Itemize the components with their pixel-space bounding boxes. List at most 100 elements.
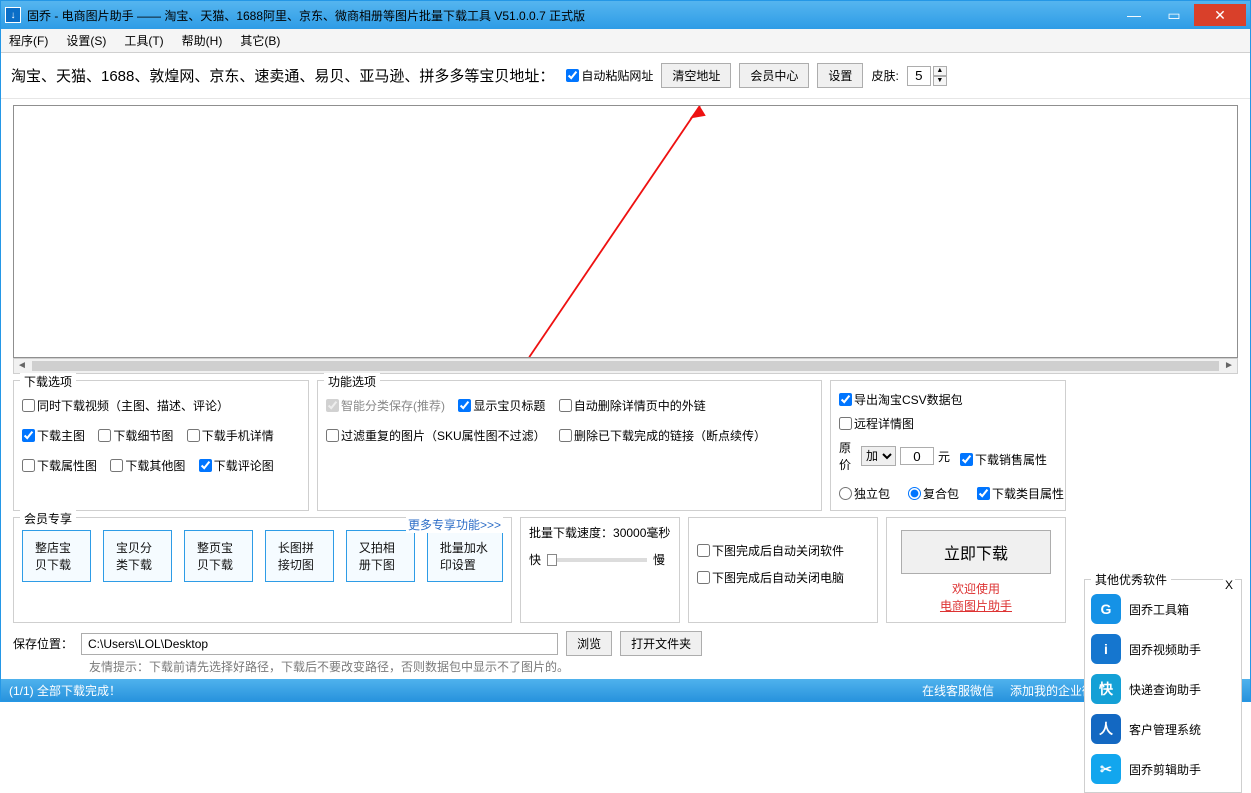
status-wx[interactable]: 在线客服微信 bbox=[922, 682, 994, 699]
chk-mobile-detail[interactable]: 下载手机详情 bbox=[187, 427, 274, 444]
download-options-legend: 下载选项 bbox=[20, 373, 76, 390]
skin-label: 皮肤: bbox=[871, 67, 898, 84]
btn-shop-all[interactable]: 整店宝贝下载 bbox=[22, 530, 91, 582]
chk-remote-detail[interactable]: 远程详情图 bbox=[839, 415, 914, 432]
download-now-button[interactable]: 立即下载 bbox=[901, 530, 1051, 574]
menu-tools[interactable]: 工具(T) bbox=[124, 32, 163, 49]
chk-comment-img[interactable]: 下载评论图 bbox=[199, 457, 274, 474]
chk-other-img[interactable]: 下载其他图 bbox=[110, 457, 185, 474]
radio-standalone[interactable]: 独立包 bbox=[839, 485, 890, 502]
clear-url-button[interactable]: 清空地址 bbox=[661, 63, 731, 88]
app-icon: ↓ bbox=[5, 7, 21, 23]
btn-youpai[interactable]: 又拍相册下图 bbox=[346, 530, 415, 582]
chk-sale-attr[interactable]: 下载销售属性 bbox=[960, 451, 1047, 468]
chk-close-pc[interactable]: 下图完成后自动关闭电脑 bbox=[697, 569, 859, 586]
window-title: 固乔 - 电商图片助手 —— 淘宝、天猫、1688阿里、京东、微商相册等图片批量… bbox=[27, 7, 1114, 24]
sidebar-item-label: 固乔工具箱 bbox=[1129, 601, 1189, 618]
skin-down-button[interactable]: ▼ bbox=[933, 76, 947, 86]
skin-value-input[interactable] bbox=[907, 66, 931, 86]
chk-auto-del-ext[interactable]: 自动删除详情页中的外链 bbox=[559, 397, 706, 414]
sidebar-close-button[interactable]: X bbox=[1223, 578, 1235, 592]
auto-paste-checkbox[interactable]: 自动粘贴网址 bbox=[566, 67, 653, 84]
sidebar-item-icon: G bbox=[1091, 594, 1121, 624]
sidebar-item-label: 快递查询助手 bbox=[1129, 681, 1201, 698]
sidebar-item-icon: ✂ bbox=[1091, 754, 1121, 784]
sidebar-item-icon: i bbox=[1091, 634, 1121, 664]
close-button[interactable]: ✕ bbox=[1194, 4, 1246, 26]
more-vip-link[interactable]: 更多专享功能>>> bbox=[406, 516, 503, 533]
speed-label: 批量下载速度： bbox=[529, 526, 613, 540]
sidebar-item-label: 固乔剪辑助手 bbox=[1129, 761, 1201, 778]
menu-settings[interactable]: 设置(S) bbox=[66, 32, 106, 49]
function-options-group: 功能选项 智能分类保存(推荐) 显示宝贝标题 自动删除详情页中的外链 过滤重复的… bbox=[317, 380, 822, 511]
skin-up-button[interactable]: ▲ bbox=[933, 66, 947, 76]
chk-simul-video[interactable]: 同时下载视频（主图、描述、评论） bbox=[22, 397, 229, 414]
sidebar-item-label: 客户管理系统 bbox=[1129, 721, 1201, 738]
price-unit: 元 bbox=[938, 448, 950, 465]
vip-legend: 会员专享 bbox=[20, 510, 76, 527]
url-textarea[interactable] bbox=[13, 105, 1238, 358]
price-value-input[interactable] bbox=[900, 447, 934, 465]
save-path-input[interactable] bbox=[81, 633, 558, 655]
speed-group: 批量下载速度：30000毫秒 快 慢 bbox=[520, 517, 680, 623]
chk-filter-dup[interactable]: 过滤重复的图片（SKU属性图不过滤） bbox=[326, 427, 546, 444]
vip-group: 会员专享 更多专享功能>>> 整店宝贝下载 宝贝分类下载 整页宝贝下载 长图拼接… bbox=[13, 517, 512, 623]
btn-cat-dl[interactable]: 宝贝分类下载 bbox=[103, 530, 172, 582]
scroll-right-button[interactable]: ► bbox=[1221, 359, 1237, 373]
horizontal-scrollbar[interactable]: ◄ ► bbox=[13, 358, 1238, 374]
menu-other[interactable]: 其它(B) bbox=[240, 32, 280, 49]
scroll-left-button[interactable]: ◄ bbox=[14, 359, 30, 373]
maximize-button[interactable]: ▭ bbox=[1154, 4, 1194, 26]
price-op-select[interactable]: 加 bbox=[861, 446, 896, 466]
sidebar-item-1[interactable]: i 固乔视频助手 bbox=[1091, 634, 1235, 664]
chk-cat-attr[interactable]: 下载类目属性 bbox=[977, 485, 1064, 502]
download-options-group: 下载选项 同时下载视频（主图、描述、评论） 下载主图 下载细节图 下载手机详情 … bbox=[13, 380, 309, 511]
sidebar-item-4[interactable]: ✂ 固乔剪辑助手 bbox=[1091, 754, 1235, 784]
chk-smart-save[interactable]: 智能分类保存(推荐) bbox=[326, 397, 445, 414]
chk-show-title[interactable]: 显示宝贝标题 bbox=[458, 397, 545, 414]
sidebar-item-icon: 快 bbox=[1091, 674, 1121, 704]
chk-main-img[interactable]: 下载主图 bbox=[22, 427, 85, 444]
menu-program[interactable]: 程序(F) bbox=[9, 32, 48, 49]
chk-close-soft[interactable]: 下图完成后自动关闭软件 bbox=[697, 542, 859, 559]
minimize-button[interactable]: — bbox=[1114, 4, 1154, 26]
sidebar-item-icon: 人 bbox=[1091, 714, 1121, 744]
menubar: 程序(F) 设置(S) 工具(T) 帮助(H) 其它(B) bbox=[1, 29, 1250, 53]
chk-detail-img[interactable]: 下载细节图 bbox=[98, 427, 173, 444]
product-link[interactable]: 电商图片助手 bbox=[940, 599, 1012, 613]
save-label: 保存位置： bbox=[13, 635, 73, 652]
sidebar-item-3[interactable]: 人客户管理系统 bbox=[1091, 714, 1235, 744]
speed-slider[interactable] bbox=[547, 558, 647, 562]
speed-value: 30000毫秒 bbox=[613, 526, 670, 540]
price-label: 原价 bbox=[839, 439, 857, 473]
speed-fast-label: 快 bbox=[529, 551, 541, 568]
btn-page-dl[interactable]: 整页宝贝下载 bbox=[184, 530, 253, 582]
download-action-group: 立即下载 欢迎使用 电商图片助手 bbox=[886, 517, 1066, 623]
toolbar: 淘宝、天猫、1688、敦煌网、京东、速卖通、易贝、亚马逊、拼多多等宝贝地址： 自… bbox=[1, 53, 1250, 99]
btn-watermark[interactable]: 批量加水印设置 bbox=[427, 530, 503, 582]
save-hint: 友情提示：下载前请先选择好路径，下载后不要改变路径，否则数据包中显示不了图片的。 bbox=[1, 658, 1078, 679]
radio-compound[interactable]: 复合包 bbox=[908, 485, 959, 502]
statusbar: (1/1) 全部下载完成！ 在线客服微信 添加我的企业微信 厦门固乔科技有限公司 bbox=[1, 679, 1250, 701]
open-folder-button[interactable]: 打开文件夹 bbox=[620, 631, 702, 656]
titlebar: ↓ 固乔 - 电商图片助手 —— 淘宝、天猫、1688阿里、京东、微商相册等图片… bbox=[1, 1, 1250, 29]
browse-button[interactable]: 浏览 bbox=[566, 631, 612, 656]
chk-del-done[interactable]: 删除已下载完成的链接（断点续传） bbox=[559, 427, 766, 444]
sidebar-item-2[interactable]: 快快递查询助手 bbox=[1091, 674, 1235, 704]
menu-help[interactable]: 帮助(H) bbox=[182, 32, 223, 49]
welcome-text: 欢迎使用 bbox=[940, 580, 1012, 597]
other-software-sidebar: 其他优秀软件 X G固乔工具箱i固乔视频助手快快递查询助手人客户管理系统✂固乔剪… bbox=[1084, 579, 1242, 793]
url-prompt: 淘宝、天猫、1688、敦煌网、京东、速卖通、易贝、亚马逊、拼多多等宝贝地址： bbox=[11, 65, 554, 86]
scroll-thumb[interactable] bbox=[32, 361, 1219, 371]
chk-attr-img[interactable]: 下载属性图 bbox=[22, 457, 97, 474]
export-group: 导出淘宝CSV数据包 远程详情图 原价 加 元 下载销售属性 独立包 bbox=[830, 380, 1066, 511]
sidebar-item-0[interactable]: G 固乔工具箱 bbox=[1091, 594, 1235, 624]
btn-long-img[interactable]: 长图拼接切图 bbox=[265, 530, 334, 582]
function-options-legend: 功能选项 bbox=[324, 373, 380, 390]
speed-slow-label: 慢 bbox=[653, 551, 665, 568]
chk-export-csv[interactable]: 导出淘宝CSV数据包 bbox=[839, 391, 963, 408]
member-center-button[interactable]: 会员中心 bbox=[739, 63, 809, 88]
sidebar-item-label: 固乔视频助手 bbox=[1129, 641, 1201, 658]
settings-button[interactable]: 设置 bbox=[817, 63, 863, 88]
status-progress: (1/1) 全部下载完成！ bbox=[9, 682, 121, 699]
